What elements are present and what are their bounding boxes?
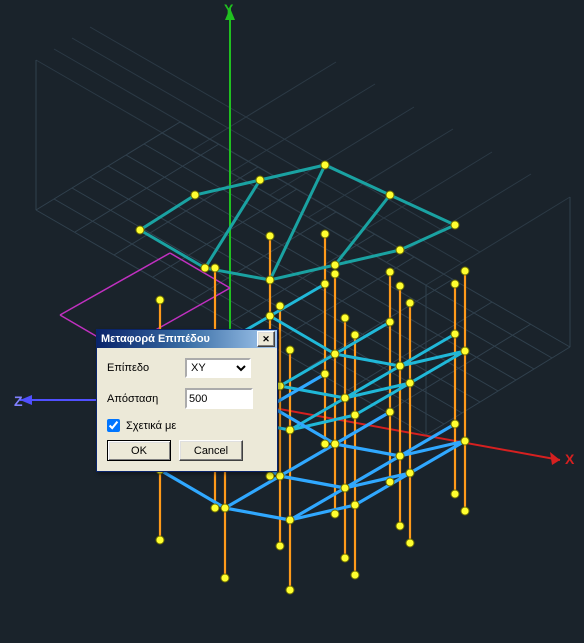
top-grid	[36, 0, 570, 285]
close-icon: ✕	[262, 335, 270, 344]
y-axis-label: Y	[224, 1, 234, 17]
relative-label: Σχετικά με	[126, 420, 176, 432]
relative-checkbox[interactable]	[107, 419, 120, 432]
level-label: Επίπεδο	[107, 362, 185, 374]
dialog-titlebar[interactable]: Μεταφορά Επιπέδου ✕	[97, 330, 277, 348]
scene-3d: X Y Z	[0, 0, 584, 643]
cancel-button[interactable]: Cancel	[179, 440, 243, 461]
x-axis-label: X	[565, 451, 575, 467]
close-button[interactable]: ✕	[257, 331, 275, 347]
move-level-dialog[interactable]: Μεταφορά Επιπέδου ✕ Επίπεδο XY Απόσταση …	[96, 329, 278, 472]
cad-viewport[interactable]: X Y Z	[0, 0, 584, 643]
level-combobox[interactable]: XY	[185, 358, 251, 378]
dialog-body: Επίπεδο XY Απόσταση Σχετικά με OK Cancel	[97, 348, 277, 471]
distance-label: Απόσταση	[107, 393, 185, 405]
distance-input[interactable]	[185, 388, 253, 409]
z-axis-label: Z	[14, 393, 23, 409]
dialog-title: Μεταφορά Επιπέδου	[101, 333, 210, 345]
ok-button[interactable]: OK	[107, 440, 171, 461]
